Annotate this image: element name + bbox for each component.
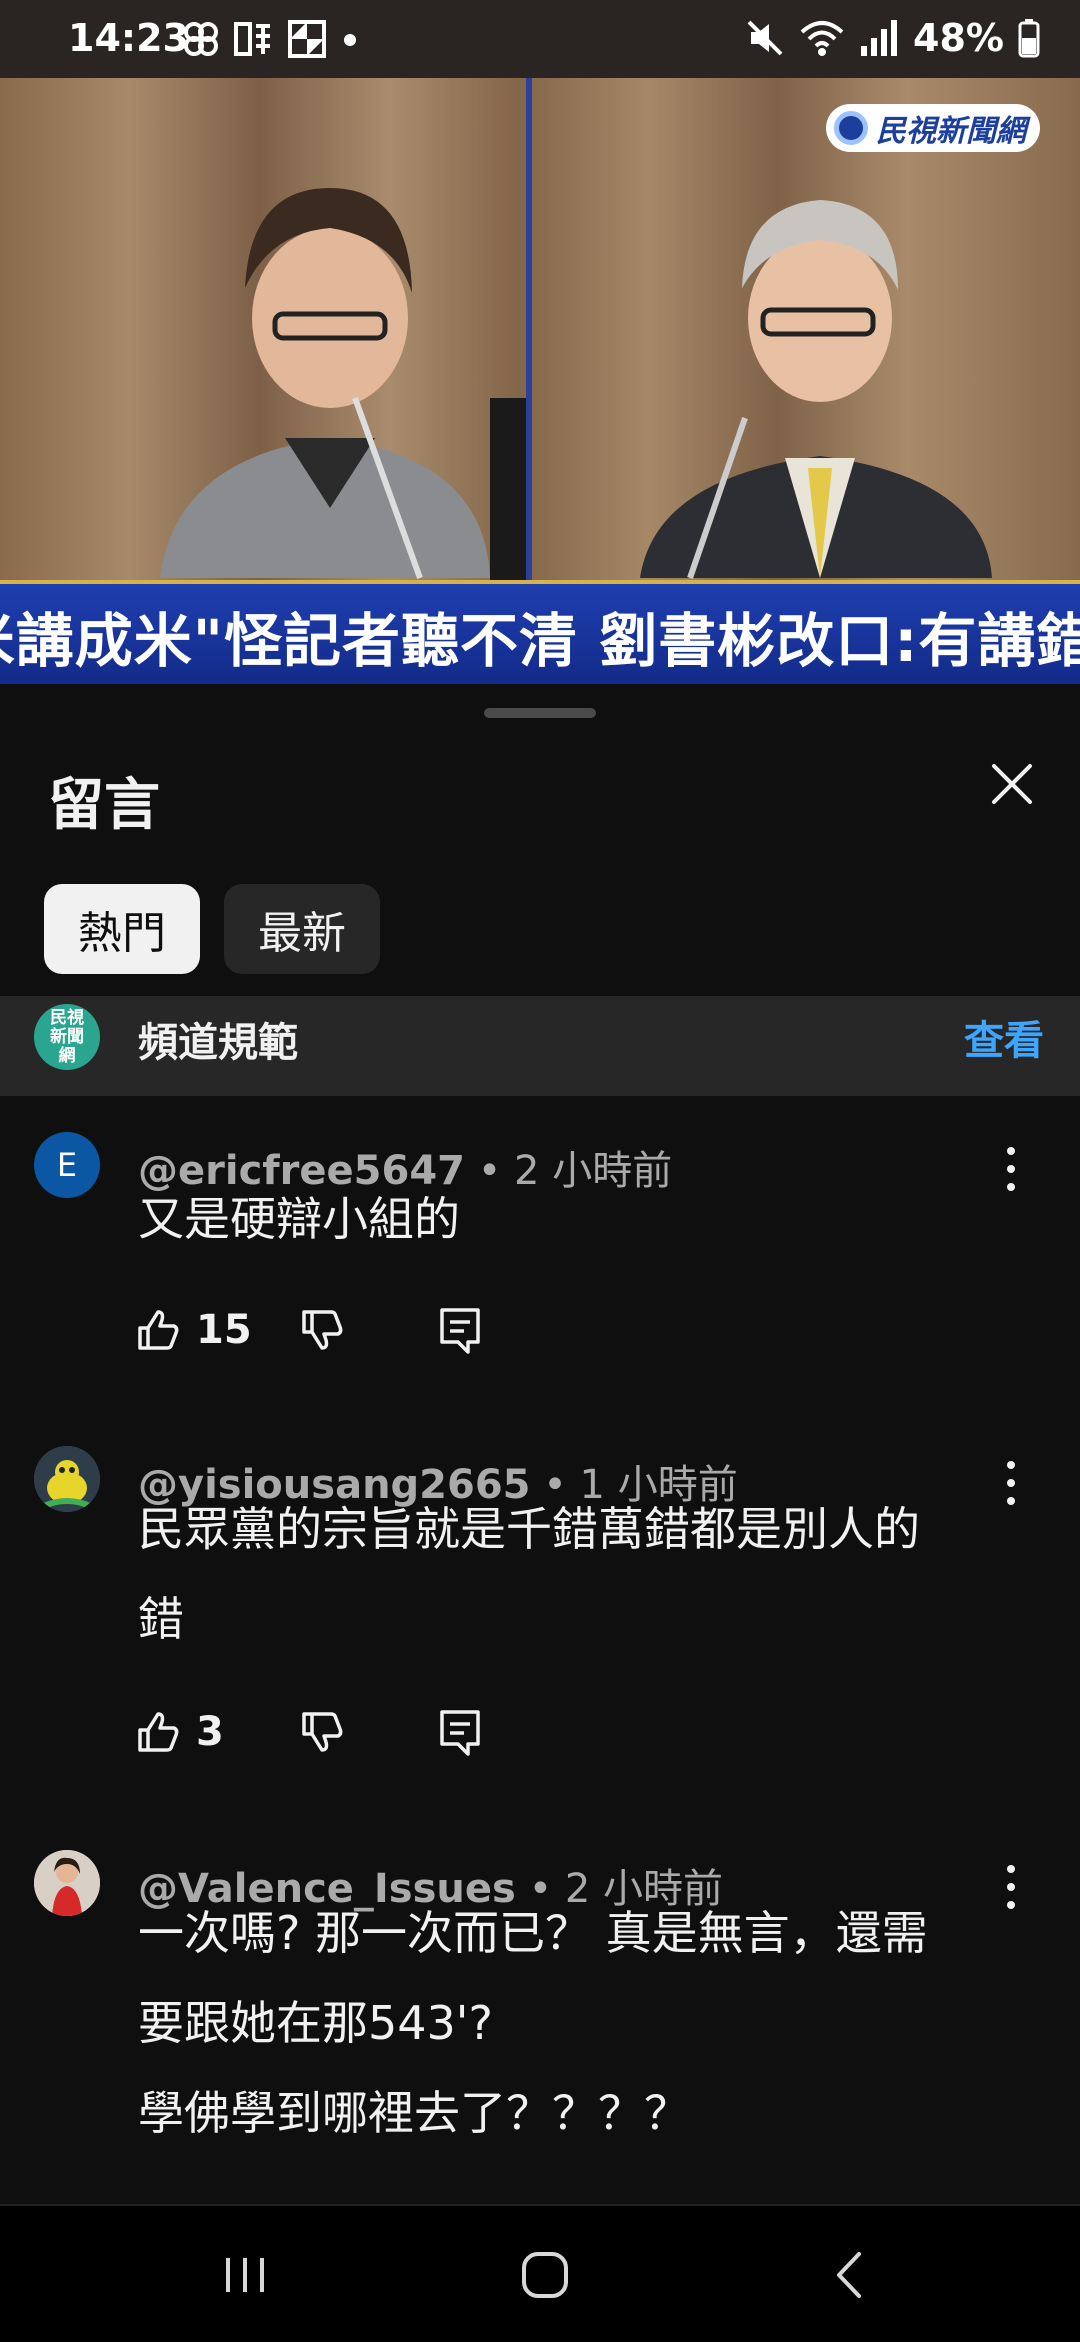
like-button[interactable]: 15 [134, 1300, 252, 1360]
comment-line: 一次嗎? 那一次而已？ 真是無言，還需 [138, 1906, 928, 1960]
close-icon[interactable] [982, 754, 1042, 814]
channel-avatar-text: 民視新聞網 [50, 1007, 84, 1066]
reply-icon[interactable] [430, 1702, 490, 1762]
comment-text: 一次嗎? 那一次而已？ 真是無言，還需 要跟她在那543'? 學佛學到哪裡去了？… [138, 1888, 928, 2158]
like-button[interactable]: 3 [134, 1702, 224, 1762]
avatar-letter: E [56, 1146, 78, 1184]
thumbs-up-icon [138, 1712, 179, 1752]
comments-title: 留言 [48, 773, 160, 838]
view-guidelines-link[interactable]: 查看 [964, 1008, 1044, 1066]
news-app-icon [234, 22, 270, 56]
thumbs-down-icon[interactable] [292, 1702, 352, 1762]
comment-time: • 2 小時前 [477, 1148, 673, 1194]
more-options-icon[interactable] [996, 1142, 1026, 1196]
video-player[interactable]: 民視新聞網 "奈米講成米"怪記者聽不清 劉書彬改口:有講錯一次 [0, 78, 1080, 684]
channel-guidelines-row[interactable]: 民視新聞網 頻道規範 查看 [0, 996, 1080, 1096]
comment-text: 又是硬辯小組的 [138, 1174, 460, 1264]
comment-line: 又是硬辯小組的 [138, 1192, 460, 1246]
app-grid-icon [288, 20, 326, 58]
comments-sheet: 留言 熱門 最新 民視新聞網 頻道規範 查看 E @ericfree5647 •… [0, 684, 1080, 2204]
status-right: 48% [745, 16, 1040, 60]
comment-actions: 15 [134, 1300, 654, 1360]
avatar-image [34, 1446, 100, 1512]
channel-watermark: 民視新聞網 [826, 104, 1040, 152]
comment-line: 錯 [138, 1592, 184, 1646]
sort-tabs: 熱門 最新 [44, 884, 380, 974]
channel-watermark-text: 民視新聞網 [876, 114, 1026, 149]
status-time: 14:23 [68, 16, 189, 60]
avatar[interactable]: E [34, 1132, 100, 1198]
thumbs-up-icon [138, 1310, 179, 1350]
comment-line: 民眾黨的宗旨就是千錯萬錯都是別人的 [138, 1502, 920, 1556]
wifi-icon [800, 21, 844, 56]
comment-line: 學佛學到哪裡去了？？？？ [138, 2086, 690, 2140]
avatar[interactable] [34, 1446, 100, 1512]
more-options-icon[interactable] [996, 1456, 1026, 1510]
avatar-image [34, 1850, 100, 1916]
tab-top[interactable]: 熱門 [44, 884, 200, 974]
thumbs-down-icon[interactable] [292, 1300, 352, 1360]
channel-avatar: 民視新聞網 [34, 1004, 100, 1070]
like-count: 3 [196, 1709, 224, 1755]
avatar[interactable] [34, 1850, 100, 1916]
battery-icon [1018, 19, 1040, 58]
pinwheel-app-icon [184, 22, 218, 56]
home-icon[interactable] [510, 2240, 580, 2310]
comment-line: 要跟她在那543'? [138, 1996, 493, 2050]
channel-guidelines-label: 頻道規範 [138, 1020, 298, 1066]
comment-actions: 3 [134, 1702, 654, 1762]
notification-icons [182, 20, 360, 58]
battery-percentage: 48% [913, 16, 1004, 60]
drag-handle[interactable] [484, 708, 596, 718]
news-headline-banner: "奈米講成米"怪記者聽不清 劉書彬改口:有講錯一次 [0, 580, 1080, 684]
comment-text: 民眾黨的宗旨就是千錯萬錯都是別人的 錯 [138, 1484, 920, 1664]
tab-newest[interactable]: 最新 [224, 884, 380, 974]
channel-logo-icon [834, 111, 868, 145]
like-count: 15 [196, 1307, 252, 1353]
reply-icon[interactable] [430, 1300, 490, 1360]
more-options-icon[interactable] [996, 1860, 1026, 1914]
recent-apps-icon[interactable] [210, 2240, 280, 2310]
back-icon[interactable] [815, 2240, 885, 2310]
signal-icon [861, 20, 898, 56]
system-navigation-bar [0, 2204, 1080, 2342]
notification-dot-icon [344, 34, 356, 46]
status-bar: 14:23 48% [0, 0, 1080, 78]
mute-icon [747, 20, 783, 56]
